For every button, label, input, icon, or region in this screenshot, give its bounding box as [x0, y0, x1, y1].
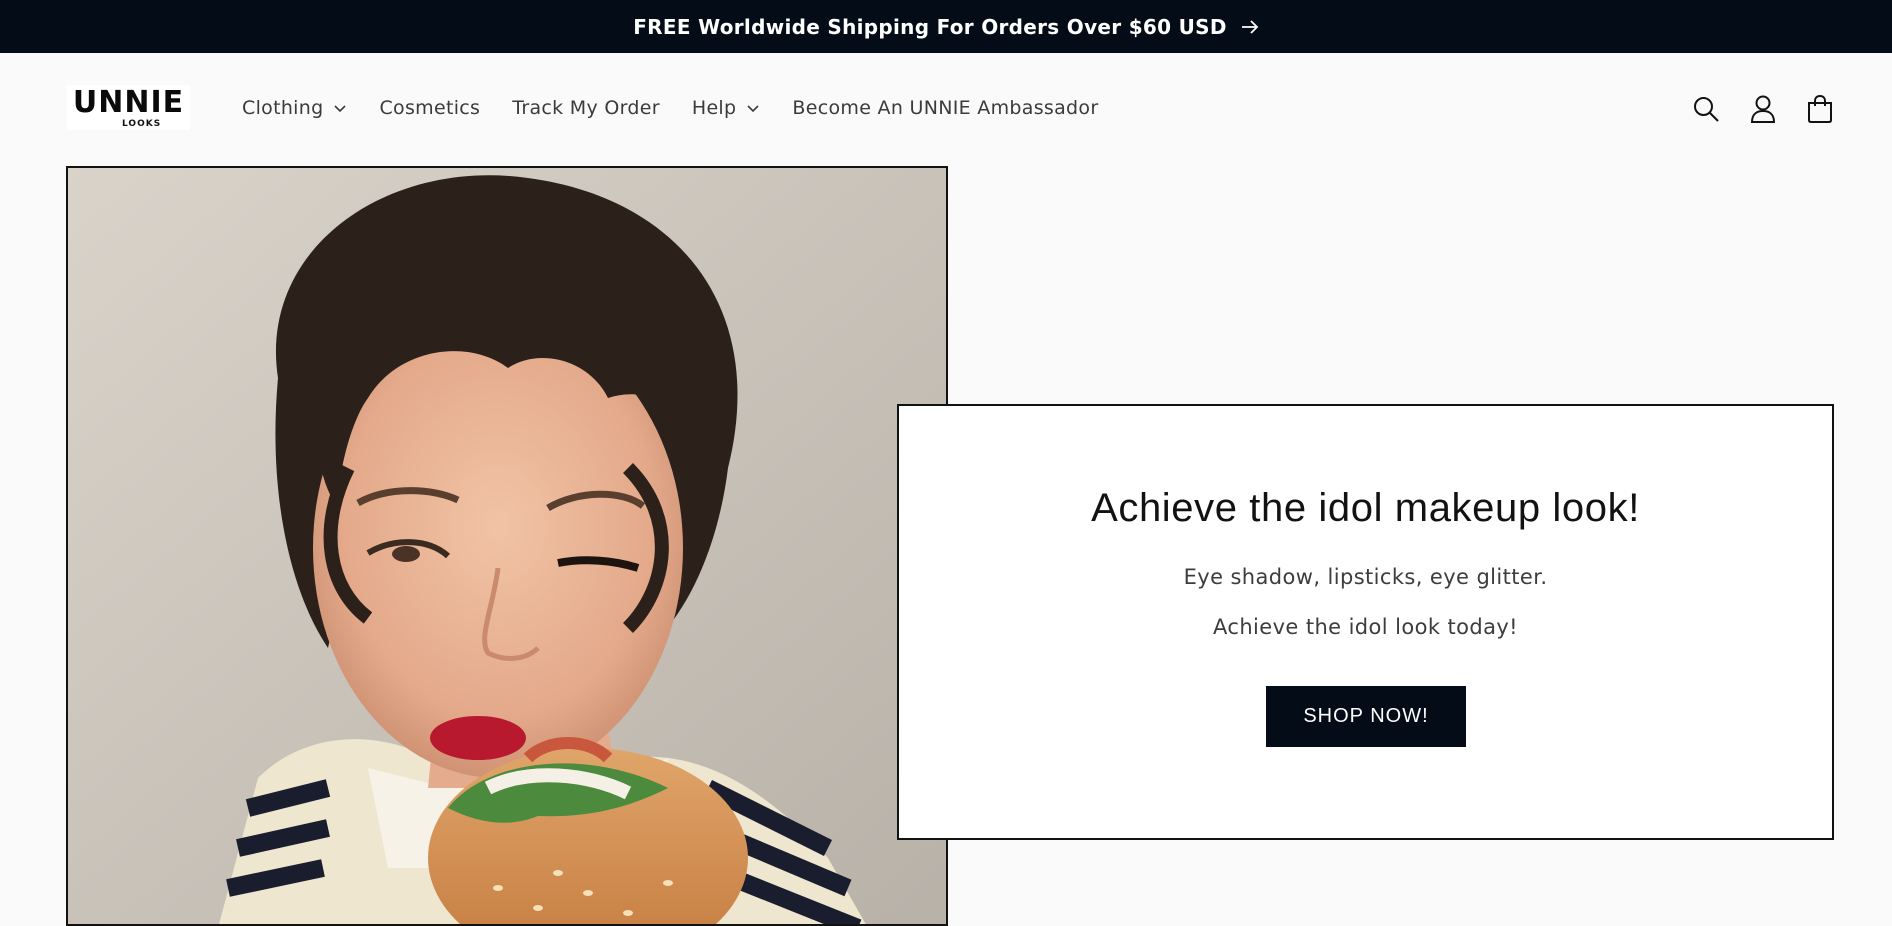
- account-icon: [1750, 95, 1776, 123]
- nav-item-label: Cosmetics: [379, 97, 481, 119]
- nav-item-cosmetics[interactable]: Cosmetics: [379, 97, 480, 119]
- cart-icon: [1808, 94, 1832, 123]
- announcement-bar[interactable]: FREE Worldwide Shipping For Orders Over …: [0, 0, 1892, 53]
- nav-item-track-order[interactable]: Track My Order: [512, 97, 660, 119]
- arrow-right-icon: [1241, 15, 1259, 39]
- search-button[interactable]: [1690, 93, 1722, 125]
- chevron-down-icon: [334, 105, 347, 113]
- chevron-down-icon: [747, 105, 759, 113]
- logo-sub: LOOKS: [122, 119, 162, 129]
- hero-text-line-1: Eye shadow, lipsticks, eye glitter.: [1183, 565, 1548, 589]
- hero-heading: Achieve the idol makeup look!: [1091, 486, 1640, 530]
- cart-button[interactable]: [1804, 93, 1836, 125]
- nav-item-label: Track My Order: [512, 97, 660, 119]
- hero-content-box: Achieve the idol makeup look! Eye shadow…: [897, 404, 1834, 840]
- brand-logo[interactable]: UNNIE LOOKS: [67, 85, 190, 130]
- main-nav: Clothing Cosmetics Track My Order Help B…: [242, 93, 1130, 123]
- shop-now-button[interactable]: SHOP NOW!: [1266, 686, 1466, 747]
- hero-photo-illustration: [68, 168, 946, 924]
- account-button[interactable]: [1747, 93, 1779, 125]
- hero-text-line-2: Achieve the idol look today!: [1213, 615, 1518, 639]
- nav-item-label: Clothing: [242, 97, 324, 119]
- announcement-text: FREE Worldwide Shipping For Orders Over …: [633, 14, 1227, 39]
- nav-item-clothing[interactable]: Clothing: [242, 97, 347, 119]
- logo-word: UNNIE: [72, 85, 185, 120]
- nav-item-ambassador[interactable]: Become An UNNIE Ambassador: [792, 97, 1098, 119]
- nav-item-help[interactable]: Help: [692, 97, 761, 119]
- nav-item-label: Become An UNNIE Ambassador: [792, 97, 1099, 119]
- search-icon: [1694, 97, 1719, 122]
- hero-image: [66, 166, 948, 926]
- header-icons: [1665, 93, 1836, 125]
- nav-item-label: Help: [691, 97, 737, 119]
- site-header: UNNIE LOOKS Clothing Cosmetics Track My …: [0, 53, 1892, 166]
